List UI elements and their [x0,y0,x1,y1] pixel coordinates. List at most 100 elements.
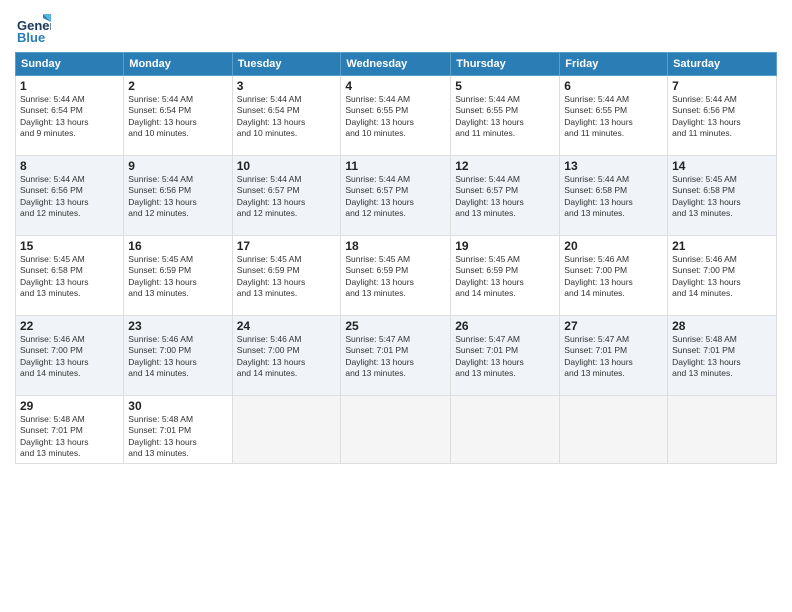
day-info: Sunrise: 5:44 AM Sunset: 6:54 PM Dayligh… [128,94,227,140]
day-info: Sunrise: 5:44 AM Sunset: 6:55 PM Dayligh… [455,94,555,140]
day-number: 14 [672,159,772,173]
day-info: Sunrise: 5:45 AM Sunset: 6:58 PM Dayligh… [20,254,119,300]
calendar-cell: 21Sunrise: 5:46 AM Sunset: 7:00 PM Dayli… [668,236,777,316]
day-info: Sunrise: 5:44 AM Sunset: 6:55 PM Dayligh… [564,94,663,140]
calendar-cell: 6Sunrise: 5:44 AM Sunset: 6:55 PM Daylig… [560,76,668,156]
day-header-friday: Friday [560,53,668,76]
calendar-cell: 20Sunrise: 5:46 AM Sunset: 7:00 PM Dayli… [560,236,668,316]
calendar-cell: 25Sunrise: 5:47 AM Sunset: 7:01 PM Dayli… [341,316,451,396]
calendar-cell [560,396,668,464]
calendar-cell: 7Sunrise: 5:44 AM Sunset: 6:56 PM Daylig… [668,76,777,156]
day-info: Sunrise: 5:44 AM Sunset: 6:55 PM Dayligh… [345,94,446,140]
day-number: 1 [20,79,119,93]
day-number: 15 [20,239,119,253]
day-info: Sunrise: 5:44 AM Sunset: 6:57 PM Dayligh… [345,174,446,220]
calendar-week-4: 22Sunrise: 5:46 AM Sunset: 7:00 PM Dayli… [16,316,777,396]
svg-text:Blue: Blue [17,30,45,45]
day-info: Sunrise: 5:46 AM Sunset: 7:00 PM Dayligh… [672,254,772,300]
day-number: 19 [455,239,555,253]
day-number: 21 [672,239,772,253]
calendar-body: 1Sunrise: 5:44 AM Sunset: 6:54 PM Daylig… [16,76,777,464]
calendar-cell: 4Sunrise: 5:44 AM Sunset: 6:55 PM Daylig… [341,76,451,156]
day-header-wednesday: Wednesday [341,53,451,76]
day-number: 23 [128,319,227,333]
calendar-cell [341,396,451,464]
day-info: Sunrise: 5:46 AM Sunset: 7:00 PM Dayligh… [20,334,119,380]
day-number: 16 [128,239,227,253]
calendar-cell: 17Sunrise: 5:45 AM Sunset: 6:59 PM Dayli… [232,236,341,316]
day-number: 4 [345,79,446,93]
day-info: Sunrise: 5:44 AM Sunset: 6:58 PM Dayligh… [564,174,663,220]
calendar-cell [232,396,341,464]
day-number: 10 [237,159,337,173]
day-header-saturday: Saturday [668,53,777,76]
calendar-cell: 14Sunrise: 5:45 AM Sunset: 6:58 PM Dayli… [668,156,777,236]
day-info: Sunrise: 5:44 AM Sunset: 6:57 PM Dayligh… [237,174,337,220]
day-info: Sunrise: 5:47 AM Sunset: 7:01 PM Dayligh… [455,334,555,380]
day-info: Sunrise: 5:44 AM Sunset: 6:56 PM Dayligh… [128,174,227,220]
calendar-header-row: SundayMondayTuesdayWednesdayThursdayFrid… [16,53,777,76]
day-info: Sunrise: 5:47 AM Sunset: 7:01 PM Dayligh… [564,334,663,380]
day-info: Sunrise: 5:45 AM Sunset: 6:59 PM Dayligh… [128,254,227,300]
day-number: 27 [564,319,663,333]
day-number: 26 [455,319,555,333]
calendar-cell: 30Sunrise: 5:48 AM Sunset: 7:01 PM Dayli… [124,396,232,464]
calendar-cell: 27Sunrise: 5:47 AM Sunset: 7:01 PM Dayli… [560,316,668,396]
calendar-cell: 28Sunrise: 5:48 AM Sunset: 7:01 PM Dayli… [668,316,777,396]
logo: General Blue [15,10,51,46]
day-number: 2 [128,79,227,93]
day-info: Sunrise: 5:46 AM Sunset: 7:00 PM Dayligh… [128,334,227,380]
calendar-week-3: 15Sunrise: 5:45 AM Sunset: 6:58 PM Dayli… [16,236,777,316]
calendar-cell: 9Sunrise: 5:44 AM Sunset: 6:56 PM Daylig… [124,156,232,236]
calendar-cell: 8Sunrise: 5:44 AM Sunset: 6:56 PM Daylig… [16,156,124,236]
day-header-tuesday: Tuesday [232,53,341,76]
day-info: Sunrise: 5:44 AM Sunset: 6:57 PM Dayligh… [455,174,555,220]
day-header-sunday: Sunday [16,53,124,76]
calendar-cell: 24Sunrise: 5:46 AM Sunset: 7:00 PM Dayli… [232,316,341,396]
calendar-cell: 1Sunrise: 5:44 AM Sunset: 6:54 PM Daylig… [16,76,124,156]
calendar-week-2: 8Sunrise: 5:44 AM Sunset: 6:56 PM Daylig… [16,156,777,236]
day-number: 7 [672,79,772,93]
day-number: 17 [237,239,337,253]
day-header-thursday: Thursday [451,53,560,76]
calendar-cell: 23Sunrise: 5:46 AM Sunset: 7:00 PM Dayli… [124,316,232,396]
day-number: 5 [455,79,555,93]
day-number: 8 [20,159,119,173]
day-info: Sunrise: 5:48 AM Sunset: 7:01 PM Dayligh… [128,414,227,460]
day-info: Sunrise: 5:45 AM Sunset: 6:58 PM Dayligh… [672,174,772,220]
calendar-cell: 10Sunrise: 5:44 AM Sunset: 6:57 PM Dayli… [232,156,341,236]
day-header-monday: Monday [124,53,232,76]
day-number: 30 [128,399,227,413]
calendar-cell [668,396,777,464]
day-info: Sunrise: 5:48 AM Sunset: 7:01 PM Dayligh… [672,334,772,380]
day-info: Sunrise: 5:45 AM Sunset: 6:59 PM Dayligh… [237,254,337,300]
calendar-cell [451,396,560,464]
page-header: General Blue [15,10,777,46]
day-number: 13 [564,159,663,173]
calendar-cell: 26Sunrise: 5:47 AM Sunset: 7:01 PM Dayli… [451,316,560,396]
calendar-week-5: 29Sunrise: 5:48 AM Sunset: 7:01 PM Dayli… [16,396,777,464]
day-info: Sunrise: 5:46 AM Sunset: 7:00 PM Dayligh… [237,334,337,380]
day-number: 12 [455,159,555,173]
day-info: Sunrise: 5:45 AM Sunset: 6:59 PM Dayligh… [345,254,446,300]
calendar-cell: 22Sunrise: 5:46 AM Sunset: 7:00 PM Dayli… [16,316,124,396]
day-info: Sunrise: 5:48 AM Sunset: 7:01 PM Dayligh… [20,414,119,460]
calendar-cell: 2Sunrise: 5:44 AM Sunset: 6:54 PM Daylig… [124,76,232,156]
calendar-cell: 18Sunrise: 5:45 AM Sunset: 6:59 PM Dayli… [341,236,451,316]
day-number: 24 [237,319,337,333]
day-number: 29 [20,399,119,413]
day-info: Sunrise: 5:44 AM Sunset: 6:54 PM Dayligh… [20,94,119,140]
day-number: 18 [345,239,446,253]
calendar-cell: 5Sunrise: 5:44 AM Sunset: 6:55 PM Daylig… [451,76,560,156]
calendar-cell: 3Sunrise: 5:44 AM Sunset: 6:54 PM Daylig… [232,76,341,156]
day-number: 6 [564,79,663,93]
calendar-table: SundayMondayTuesdayWednesdayThursdayFrid… [15,52,777,464]
calendar-cell: 13Sunrise: 5:44 AM Sunset: 6:58 PM Dayli… [560,156,668,236]
day-info: Sunrise: 5:44 AM Sunset: 6:56 PM Dayligh… [672,94,772,140]
calendar-cell: 15Sunrise: 5:45 AM Sunset: 6:58 PM Dayli… [16,236,124,316]
calendar-cell: 19Sunrise: 5:45 AM Sunset: 6:59 PM Dayli… [451,236,560,316]
calendar-cell: 12Sunrise: 5:44 AM Sunset: 6:57 PM Dayli… [451,156,560,236]
day-number: 3 [237,79,337,93]
calendar-cell: 16Sunrise: 5:45 AM Sunset: 6:59 PM Dayli… [124,236,232,316]
day-info: Sunrise: 5:44 AM Sunset: 6:56 PM Dayligh… [20,174,119,220]
